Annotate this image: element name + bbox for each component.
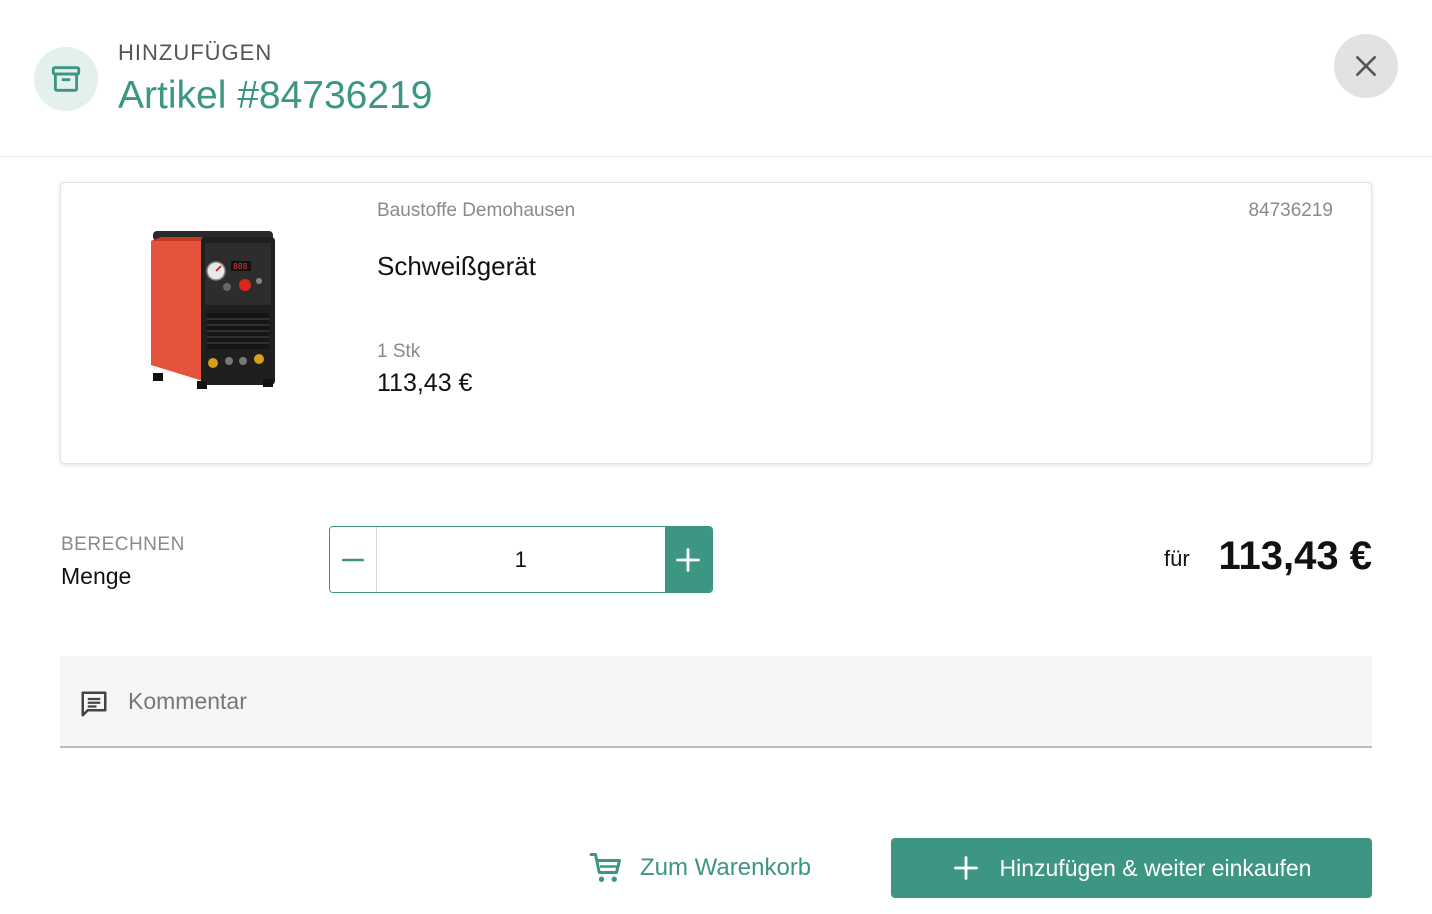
quantity-label: Menge: [61, 563, 132, 589]
plus-icon: [953, 856, 978, 880]
shopping-cart-icon: [589, 853, 621, 882]
dialog-title: Artikel #84736219: [118, 74, 433, 117]
archive-box-icon: [34, 47, 98, 111]
quantity-stepper: [329, 526, 713, 593]
quantity-input[interactable]: [376, 527, 665, 592]
welding-machine-image: 888: [141, 223, 291, 393]
supplier-name: Baustoffe Demohausen: [377, 200, 576, 221]
total-price: 113,43 €: [1218, 534, 1373, 578]
product-unit-price: 113,43 €: [377, 369, 473, 397]
minus-icon: [341, 558, 364, 561]
dialog-overline: HINZUFÜGEN: [118, 40, 273, 65]
product-name: Schweißgerät: [377, 251, 536, 281]
calculation-overline: BERECHNEN: [61, 534, 185, 555]
plus-icon: [676, 547, 701, 572]
add-and-continue-button[interactable]: Hinzufügen & weiter einkaufen: [891, 838, 1372, 898]
for-label: für: [1164, 546, 1190, 571]
comment-field: [60, 656, 1372, 748]
product-unit: 1 Stk: [377, 341, 421, 362]
svg-text:888: 888: [233, 262, 248, 271]
product-card: 888 Baustoffe Demohausen 84736219 Schwei…: [60, 182, 1372, 464]
close-button[interactable]: [1334, 34, 1398, 98]
close-icon: [1356, 56, 1376, 76]
article-number: 84736219: [1248, 200, 1333, 221]
go-to-cart-button[interactable]: Zum Warenkorb: [588, 846, 811, 890]
go-to-cart-label: Zum Warenkorb: [640, 854, 812, 881]
increase-quantity-button[interactable]: [664, 527, 712, 592]
decrease-quantity-button[interactable]: [330, 527, 377, 592]
comment-input[interactable]: [128, 656, 1348, 746]
add-and-continue-label: Hinzufügen & weiter einkaufen: [999, 854, 1312, 881]
dialog-header: HINZUFÜGEN Artikel #84736219: [0, 0, 1432, 157]
comment-icon: [79, 689, 109, 724]
